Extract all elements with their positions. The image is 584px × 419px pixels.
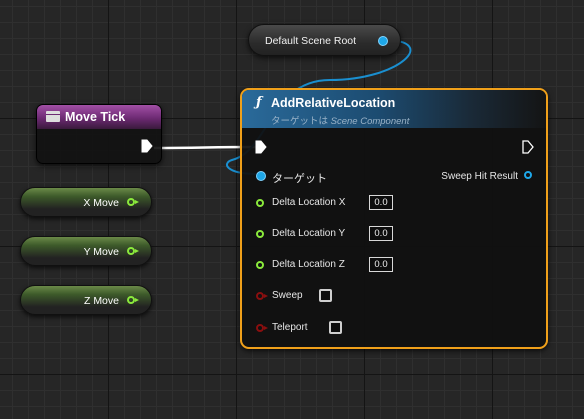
y-move-label: Y Move [83,246,119,258]
y-move-output-pin[interactable] [127,247,139,255]
sweep-input-pin[interactable] [256,292,268,300]
exec-out-pin-icon[interactable] [141,139,153,153]
delta-z-label: Delta Location Z [272,259,345,270]
delta-z-value-field[interactable]: 0.0 [369,257,393,272]
delta-x-value-field[interactable]: 0.0 [369,195,393,210]
exec-in-pin-icon[interactable] [255,140,267,154]
scene-root-output-pin[interactable] [378,36,388,46]
subtitle-class: Scene Component [330,116,410,127]
subtitle-prefix: ターゲットは [271,116,331,127]
x-move-label: X Move [83,197,119,209]
function-node-subtitle: ターゲットは Scene Component [271,113,409,127]
default-scene-root-node[interactable]: Default Scene Root [248,24,401,56]
event-node-title: Move Tick [65,110,126,124]
delta-x-label: Delta Location X [272,197,346,208]
teleport-input-pin[interactable] [256,324,268,332]
delta-y-value-field[interactable]: 0.0 [369,226,393,241]
sweep-hit-result-label: Sweep Hit Result [441,171,518,182]
event-node-icon [46,111,60,122]
delta-z-input-pin[interactable] [256,261,264,269]
z-move-getter[interactable]: Z Move [20,285,152,315]
function-icon: ƒ [256,95,262,110]
target-input-pin[interactable] [256,171,266,181]
z-move-output-pin[interactable] [127,296,139,304]
delta-y-input-pin[interactable] [256,230,264,238]
z-move-label: Z Move [83,295,119,307]
x-move-getter[interactable]: X Move [20,187,152,217]
exec-out-pin-icon[interactable] [522,140,534,154]
delta-y-label: Delta Location Y [272,228,346,239]
sweep-label: Sweep [272,290,303,301]
sweep-hit-result-pin[interactable] [524,171,532,179]
move-tick-event-node[interactable]: Move Tick [36,104,162,164]
y-move-getter[interactable]: Y Move [20,236,152,266]
teleport-checkbox[interactable] [329,321,342,334]
teleport-label: Teleport [272,322,308,333]
add-relative-location-node[interactable]: ƒ AddRelativeLocation ターゲットは Scene Compo… [240,88,548,349]
sweep-checkbox[interactable] [319,289,332,302]
scene-root-label: Default Scene Root [265,35,357,47]
delta-x-input-pin[interactable] [256,199,264,207]
target-label: ターゲット [272,173,327,185]
x-move-output-pin[interactable] [127,198,139,206]
event-node-header: Move Tick [37,105,161,129]
function-node-header: ƒ AddRelativeLocation ターゲットは Scene Compo… [242,90,546,128]
function-node-title: AddRelativeLocation [271,96,396,110]
